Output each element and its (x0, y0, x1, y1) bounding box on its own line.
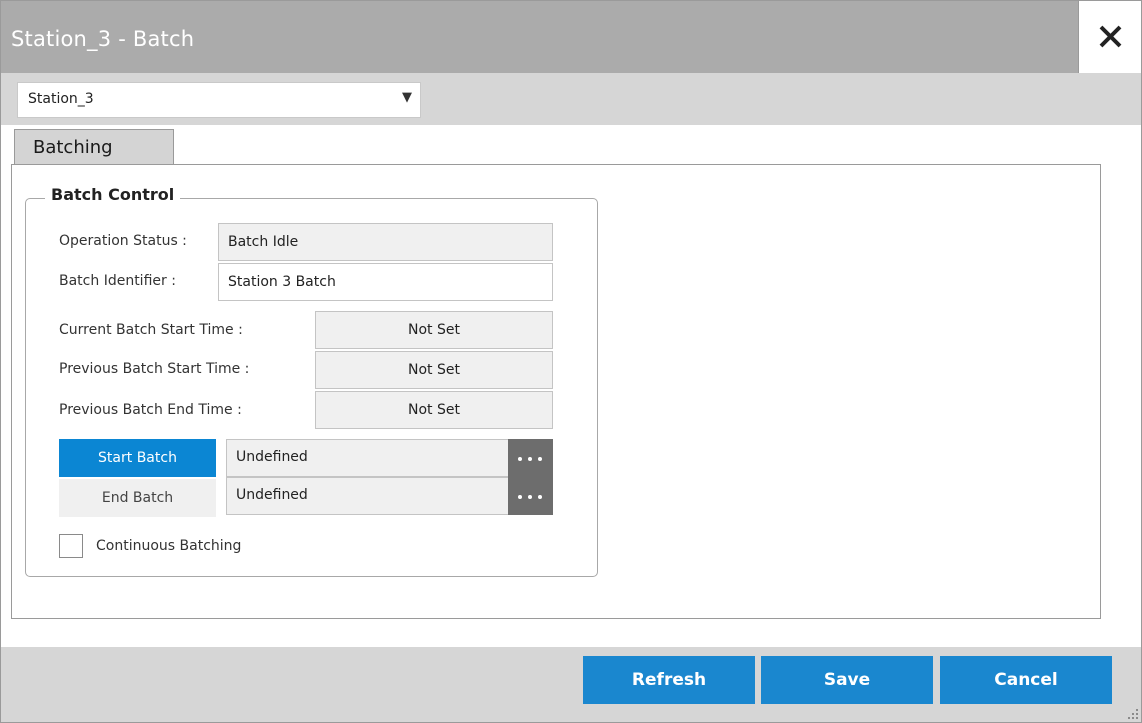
batch-identifier-input[interactable]: Station 3 Batch (218, 263, 553, 301)
end-batch-browse-button[interactable] (508, 477, 553, 515)
end-batch-field: Undefined (226, 477, 509, 515)
window-title: Station_3 - Batch (11, 27, 195, 51)
previous-start-value: Not Set (408, 362, 460, 378)
save-button[interactable]: Save (761, 656, 933, 704)
operation-status-label: Operation Status : (59, 233, 187, 249)
batch-identifier-value: Station 3 Batch (228, 274, 336, 290)
start-batch-value: Undefined (236, 449, 308, 465)
start-batch-field: Undefined (226, 439, 509, 477)
ellipsis-icon (518, 495, 522, 499)
batch-dialog: Station_3 - Batch Station_3 ▼ Batching B… (0, 0, 1142, 723)
current-start-field: Not Set (315, 311, 553, 349)
close-button[interactable] (1078, 1, 1141, 74)
resize-grip-icon[interactable] (1128, 709, 1138, 719)
end-batch-button[interactable]: End Batch (59, 479, 216, 517)
batch-control-legend: Batch Control (45, 185, 181, 204)
continuous-batching-checkbox[interactable] (59, 534, 83, 558)
operation-status-value: Batch Idle (228, 234, 299, 250)
batching-panel: Batch Control Operation Status : Batch I… (11, 164, 1101, 619)
start-batch-browse-button[interactable] (508, 439, 553, 477)
station-dropdown-value: Station_3 (28, 91, 94, 107)
station-selector-bar: Station_3 ▼ (1, 73, 1141, 125)
batch-identifier-label: Batch Identifier : (59, 273, 176, 289)
end-batch-value: Undefined (236, 487, 308, 503)
refresh-button[interactable]: Refresh (583, 656, 755, 704)
tab-batching-label: Batching (33, 137, 113, 158)
cancel-button[interactable]: Cancel (940, 656, 1112, 704)
tab-batching[interactable]: Batching (14, 129, 174, 165)
start-batch-button[interactable]: Start Batch (59, 439, 216, 477)
ellipsis-icon (518, 457, 522, 461)
dialog-footer: Refresh Save Cancel (1, 647, 1141, 722)
station-dropdown[interactable]: Station_3 ▼ (17, 82, 421, 118)
previous-end-field: Not Set (315, 391, 553, 429)
previous-end-label: Previous Batch End Time : (59, 402, 242, 418)
previous-end-value: Not Set (408, 402, 460, 418)
chevron-down-icon: ▼ (402, 90, 412, 105)
close-icon (1099, 25, 1122, 48)
previous-start-field: Not Set (315, 351, 553, 389)
operation-status-field: Batch Idle (218, 223, 553, 261)
current-start-value: Not Set (408, 322, 460, 338)
previous-start-label: Previous Batch Start Time : (59, 361, 250, 377)
current-start-label: Current Batch Start Time : (59, 322, 243, 338)
continuous-batching-label: Continuous Batching (96, 538, 242, 554)
